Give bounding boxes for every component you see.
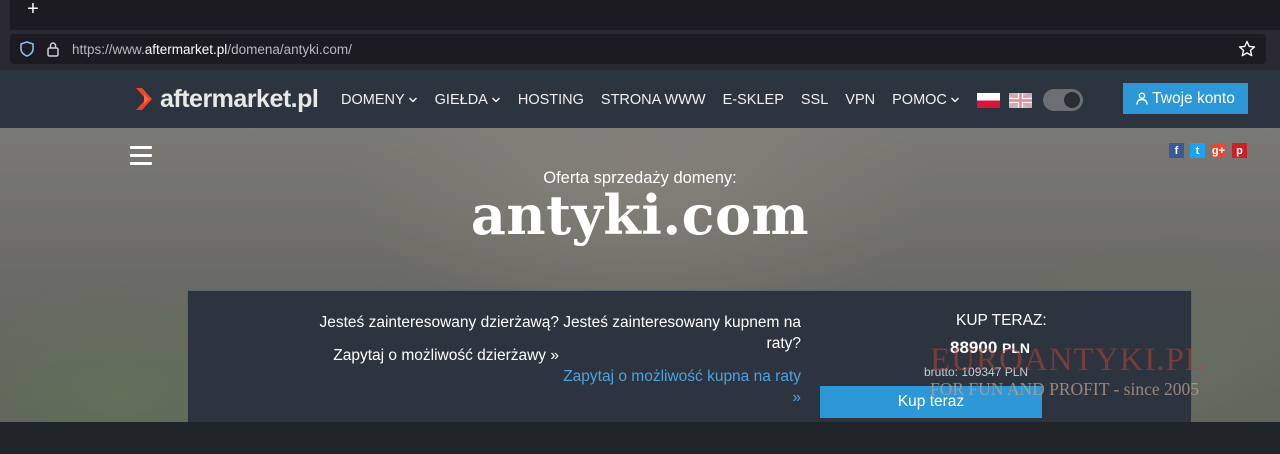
twitter-icon[interactable]: t	[1190, 143, 1205, 158]
installment-column: Jesteś zainteresowany kupnem na raty? Za…	[561, 312, 801, 408]
address-bar[interactable]: https://www.aftermarket.pl/domena/antyki…	[10, 34, 1266, 64]
hamburger-menu-icon[interactable]	[130, 146, 152, 165]
logo-arrow-icon	[136, 88, 152, 110]
watermark-subtitle: FOR FUN AND PROFIT - since 2005	[930, 379, 1200, 399]
tracking-shield-icon[interactable]	[20, 41, 34, 57]
lease-column: Jesteś zainteresowany dzierżawą? Zapytaj…	[319, 312, 559, 366]
nav-label: E-SKLEP	[722, 92, 784, 108]
nav-pomoc[interactable]: POMOC	[892, 92, 960, 108]
page-bottom-band	[0, 422, 1280, 454]
url-path: /domena/antyki.com/	[227, 42, 352, 57]
nav-strona-www[interactable]: STRONA WWW	[601, 92, 706, 108]
nav-label: GIEŁDA	[434, 92, 488, 108]
installment-inquiry-link[interactable]: Zapytaj o możliwość kupna na raty »	[561, 366, 801, 408]
nav-label: DOMENY	[341, 92, 405, 108]
user-icon	[1136, 92, 1148, 105]
nav-ssl[interactable]: SSL	[801, 92, 828, 108]
polish-flag-icon[interactable]	[976, 92, 1000, 108]
nav-hosting[interactable]: HOSTING	[518, 92, 584, 108]
nav-label: STRONA WWW	[600, 92, 706, 108]
url-prefix: https://www.	[72, 42, 145, 57]
nav-label: SSL	[800, 92, 829, 108]
nav-label: HOSTING	[517, 92, 584, 108]
nav-label: VPN	[845, 92, 876, 108]
browser-tab-strip: +	[0, 0, 1280, 30]
domain-name: antyki.com	[470, 183, 810, 247]
new-tab-button[interactable]: +	[24, 0, 42, 20]
nav-label: POMOC	[892, 92, 947, 108]
site-logo[interactable]: aftermarket.pl	[134, 84, 319, 113]
url-host: aftermarket.pl	[144, 42, 228, 57]
nav-vpn[interactable]: VPN	[845, 92, 875, 108]
uk-flag-icon[interactable]	[1008, 92, 1032, 108]
watermark-title: EUROANTYKI.PL	[930, 342, 1207, 378]
buy-now-label: KUP TERAZ:	[956, 312, 1047, 329]
lease-inquiry-link[interactable]: Zapytaj o możliwość dzierżawy »	[319, 345, 559, 366]
browser-tab[interactable]	[0, 0, 10, 30]
installment-question: Jesteś zainteresowany kupnem na raty?	[563, 314, 801, 352]
lease-question: Jesteś zainteresowany dzierżawą?	[319, 314, 559, 331]
toggle-knob	[1063, 92, 1080, 108]
browser-toolbar: https://www.aftermarket.pl/domena/antyki…	[0, 30, 1280, 70]
pinterest-icon[interactable]: p	[1232, 143, 1247, 158]
site-header: aftermarket.pl DOMENY GIEŁDA HOSTING STR…	[0, 70, 1280, 128]
chevron-down-icon	[491, 97, 500, 103]
account-button[interactable]: Twoje konto	[1123, 83, 1248, 114]
google-plus-icon[interactable]: g+	[1211, 143, 1226, 158]
logo-text: aftermarket.pl	[160, 84, 319, 113]
dark-mode-toggle[interactable]	[1042, 89, 1083, 111]
facebook-icon[interactable]: f	[1169, 143, 1184, 158]
chevron-down-icon	[408, 97, 417, 103]
bookmark-star-icon[interactable]	[1238, 40, 1256, 58]
nav-gielda[interactable]: GIEŁDA	[435, 92, 501, 108]
nav-e-sklep[interactable]: E-SKLEP	[723, 92, 784, 108]
lock-icon[interactable]	[46, 41, 60, 57]
main-nav: DOMENY GIEŁDA HOSTING STRONA WWW E-SKLEP…	[341, 89, 1083, 111]
nav-domeny[interactable]: DOMENY	[341, 92, 418, 108]
social-share: f t g+ p	[1169, 143, 1253, 158]
url-text[interactable]: https://www.aftermarket.pl/domena/antyki…	[72, 42, 352, 57]
account-button-label: Twoje konto	[1152, 89, 1235, 107]
chevron-down-icon	[950, 97, 959, 103]
